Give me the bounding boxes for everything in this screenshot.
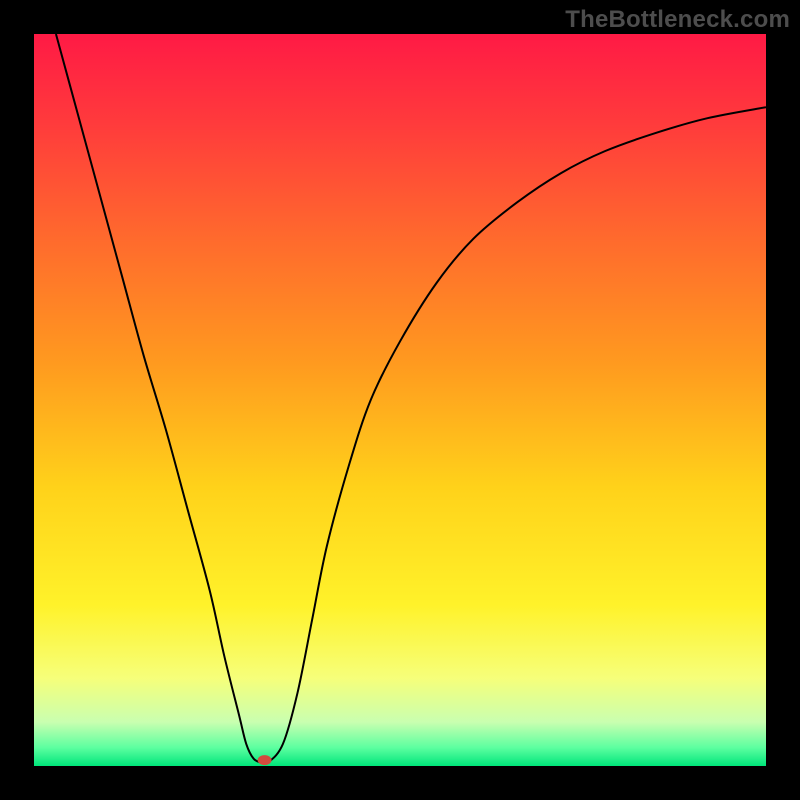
chart-frame: TheBottleneck.com: [0, 0, 800, 800]
watermark-text: TheBottleneck.com: [565, 6, 790, 34]
plot-area: [34, 34, 766, 766]
min-point-marker: [258, 755, 272, 765]
chart-svg: [34, 34, 766, 766]
gradient-background: [34, 34, 766, 766]
